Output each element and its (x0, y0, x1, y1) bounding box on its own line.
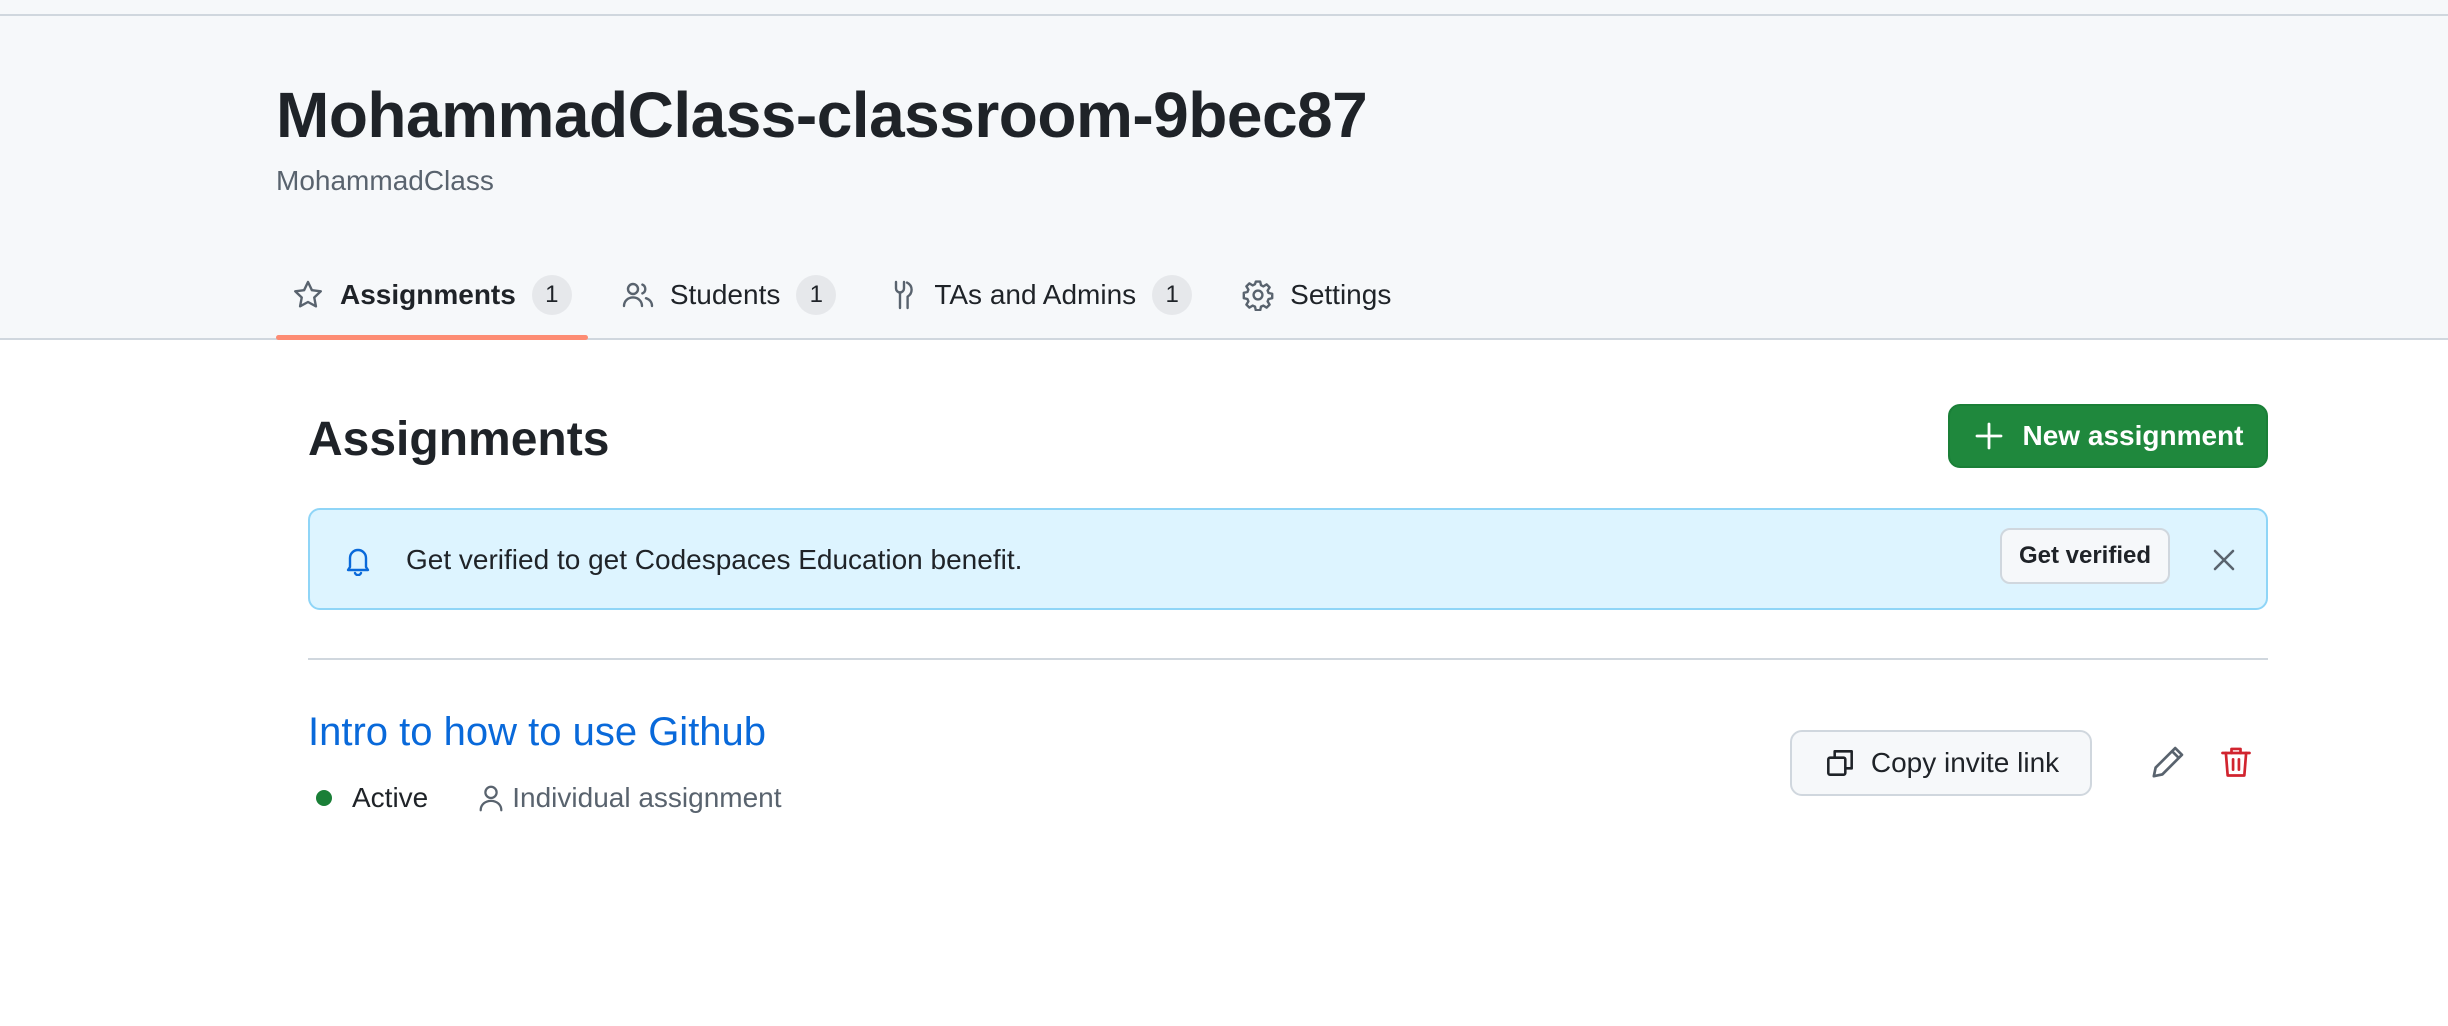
status-label: Active (352, 782, 429, 813)
close-icon[interactable] (2208, 544, 2240, 576)
copy-icon (1826, 750, 1853, 776)
tools-icon (886, 279, 918, 311)
status-dot (316, 790, 332, 806)
trash-icon[interactable] (2218, 744, 2254, 780)
tab-label: Assignments (340, 279, 516, 310)
pencil-icon[interactable] (2150, 744, 2186, 780)
plus-icon (1975, 422, 2002, 450)
tab-counter: 1 (1152, 275, 1193, 315)
verification-banner: Get verified to get Codespaces Education… (308, 508, 2268, 610)
page-title: MohammadClass-classroom-9bec87 (276, 79, 1368, 151)
top-border (0, 0, 2448, 16)
copy-invite-label: Copy invite link (1870, 747, 2060, 778)
tab-assignments[interactable]: Assignments 1 (276, 262, 588, 340)
organization-name: MohammadClass (276, 165, 494, 196)
divider (308, 658, 2268, 660)
new-assignment-label: New assignment (2022, 420, 2244, 451)
section-title: Assignments (308, 413, 610, 466)
classroom-header: MohammadClass-classroom-9bec87 MohammadC… (0, 16, 2448, 340)
assignment-type: Individual assignment (512, 782, 782, 813)
assignment-title-link[interactable]: Intro to how to use Github (308, 710, 766, 755)
banner-message: Get verified to get Codespaces Education… (406, 544, 1023, 575)
bell-icon (342, 544, 374, 577)
copy-invite-link-button[interactable]: Copy invite link (1790, 730, 2092, 796)
people-icon (622, 279, 654, 311)
tab-tas-and-admins[interactable]: TAs and Admins 1 (870, 262, 1208, 328)
tab-settings[interactable]: Settings (1226, 262, 1407, 328)
tab-label: TAs and Admins (934, 279, 1137, 310)
get-verified-button[interactable]: Get verified (2000, 528, 2170, 584)
person-icon (476, 783, 506, 813)
assignment-meta: Active Individual assignment (316, 780, 782, 816)
gear-icon (1242, 279, 1274, 311)
tab-counter: 1 (531, 275, 572, 315)
tab-counter: 1 (796, 275, 837, 315)
star-icon (292, 279, 324, 311)
tab-label: Students (669, 279, 781, 310)
tab-label: Settings (1290, 279, 1392, 310)
classroom-tabs: Assignments 1 Students 1 TAs and Admins … (276, 262, 1425, 340)
new-assignment-button[interactable]: New assignment (1948, 404, 2268, 468)
tab-students[interactable]: Students 1 (606, 262, 853, 328)
